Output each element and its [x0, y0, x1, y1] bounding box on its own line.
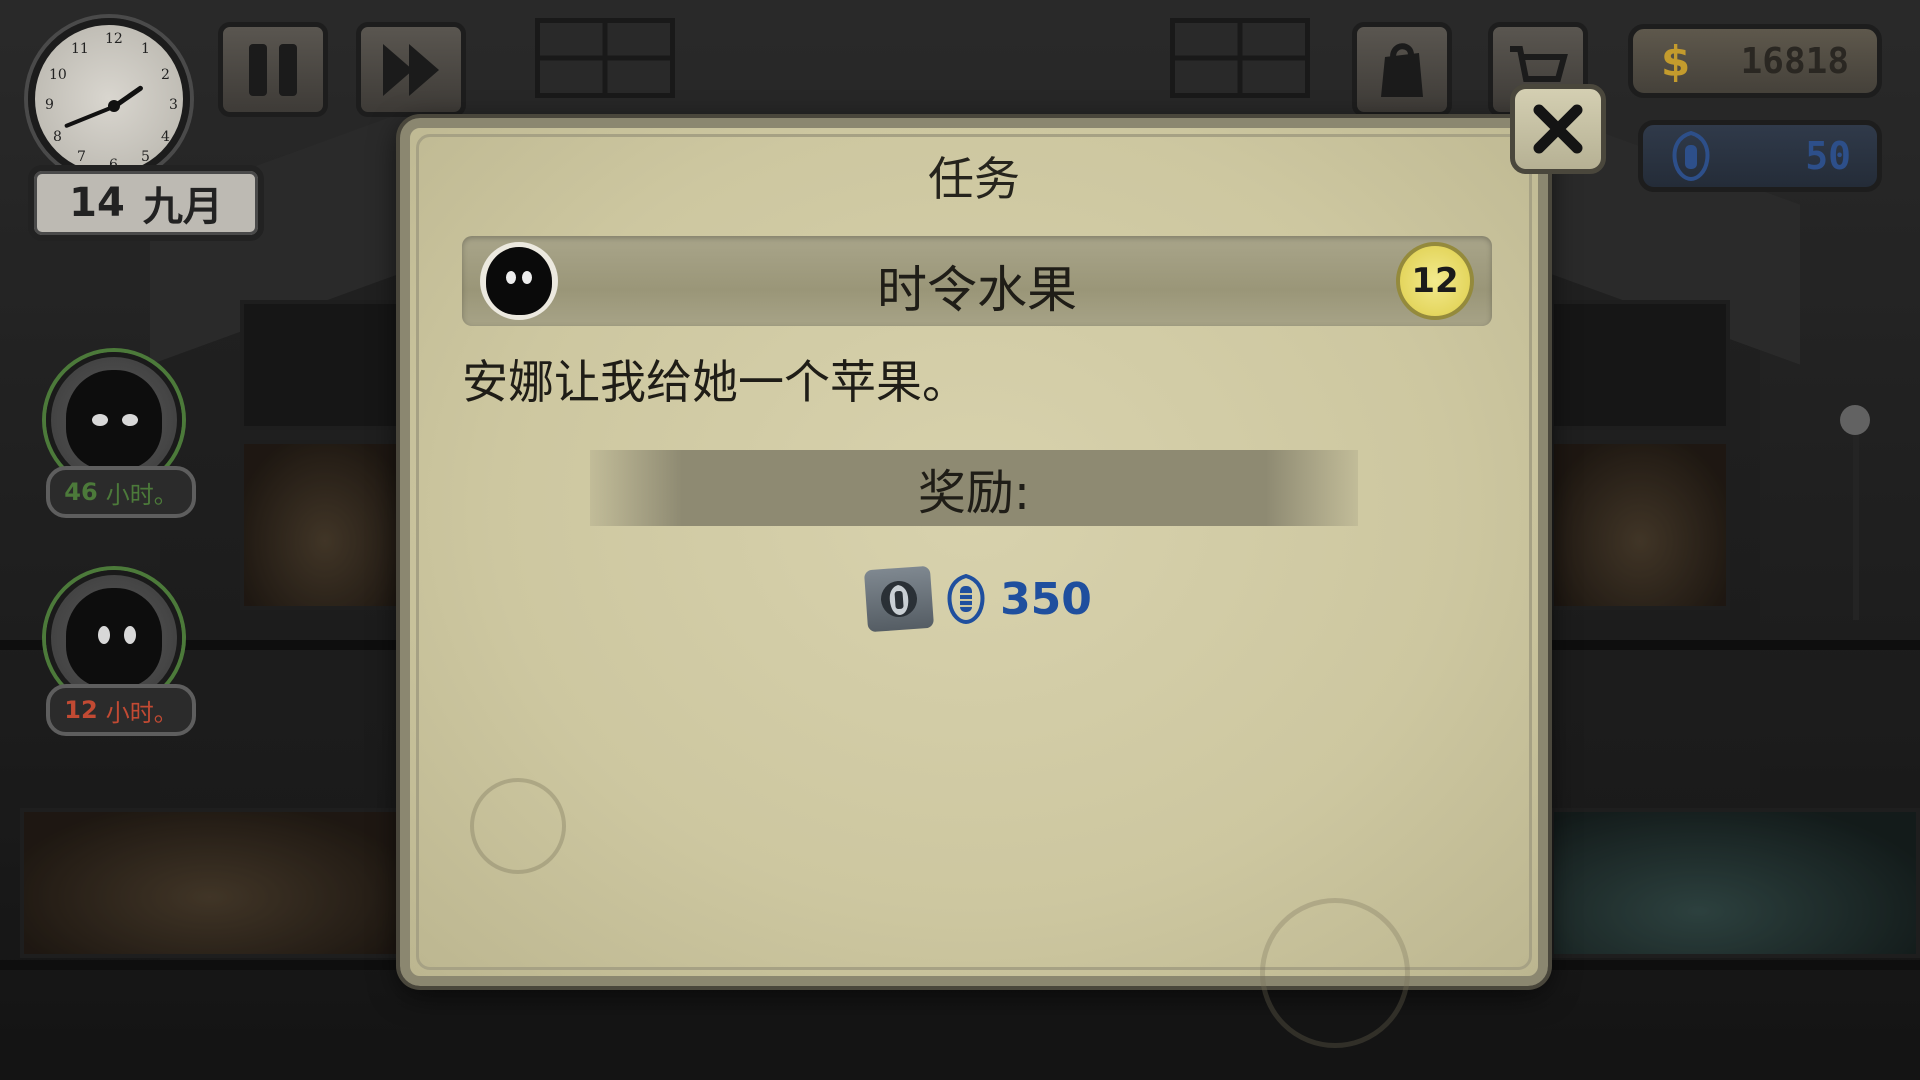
reward-banner: 奖励: [590, 450, 1358, 526]
clock-minute-hand [64, 105, 114, 129]
ministry-badge-icon [863, 565, 935, 633]
money-counter: $ 16818 [1628, 24, 1882, 98]
quest-level-badge: 12 [1396, 242, 1474, 320]
money-value: 16818 [1740, 40, 1849, 82]
quest-header: 时令水果 12 [462, 236, 1492, 326]
pause-button[interactable] [218, 22, 328, 117]
quest-dialog: 任务 时令水果 12 安娜让我给她一个苹果。 奖励: 350 [400, 118, 1548, 1048]
close-icon [1533, 104, 1583, 154]
reputation-value: 50 [1805, 134, 1851, 178]
beetle-emblem-icon [1672, 131, 1710, 181]
game-clock: 12 1 2 3 4 5 6 7 8 9 10 11 [28, 18, 190, 180]
bag-icon [1381, 42, 1423, 97]
inventory-button[interactable] [1352, 22, 1452, 117]
fast-forward-button[interactable] [356, 22, 466, 117]
fast-forward-icon [383, 43, 439, 96]
reputation-counter: 50 [1638, 120, 1882, 192]
quest-name: 时令水果 [877, 261, 1077, 319]
reward-value: 350 [1000, 573, 1092, 625]
tenant-hours-badge: 46 小时。 [46, 466, 196, 518]
date-month: 九月 [142, 184, 223, 230]
reward-row: 350 [410, 565, 1538, 633]
watermark-emblem [1260, 898, 1410, 1048]
watermark-emblem [470, 778, 566, 874]
dialog-title: 任务 [928, 152, 1020, 206]
tenant-hours-badge: 12 小时。 [46, 684, 196, 736]
date-day: 14 [69, 180, 125, 226]
dollar-icon: $ [1661, 36, 1691, 86]
date-display: 14 九月 [28, 165, 264, 241]
beetle-emblem-icon [947, 574, 985, 624]
reward-label: 奖励: [917, 465, 1031, 521]
close-button[interactable] [1510, 84, 1606, 174]
pause-icon [243, 43, 303, 96]
quest-description: 安娜让我给她一个苹果。 [462, 355, 968, 409]
